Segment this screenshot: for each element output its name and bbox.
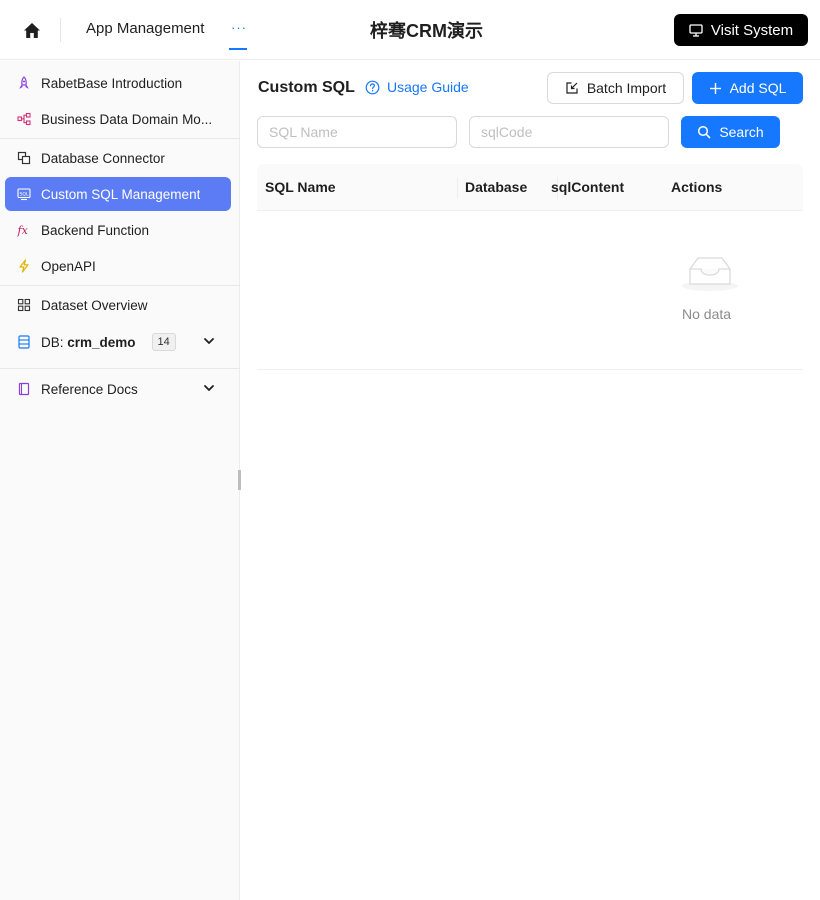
sidebar-item-custom-sql-management[interactable]: SQL Custom SQL Management [5, 177, 231, 211]
table-header: SQL Name Database sqlContent Actions [257, 164, 803, 211]
sidebar-item-label: Reference Docs [41, 381, 138, 397]
column-header-sql-content[interactable]: sqlContent [543, 164, 624, 211]
search-icon [698, 125, 711, 139]
svg-text:fx: fx [17, 224, 29, 237]
sidebar-item-label: Dataset Overview [41, 297, 148, 313]
grid-icon [17, 298, 31, 312]
data-model-icon [17, 112, 31, 126]
sidebar-item-label: Database Connector [41, 150, 165, 166]
table-count-badge: 14 [151, 333, 176, 351]
sidebar-divider [0, 285, 240, 286]
sidebar-item-label: OpenAPI [41, 258, 96, 274]
search-label: Search [719, 124, 764, 140]
sidebar-item-openapi[interactable]: OpenAPI [5, 249, 231, 283]
usage-guide-link[interactable]: Usage Guide [365, 79, 469, 95]
sql-icon: SQL [17, 187, 31, 201]
nav-app-management[interactable]: App Management [86, 20, 204, 37]
empty-state-text: No data [682, 306, 732, 322]
sidebar-item-db-crm-demo[interactable]: DB: crm_demo 14 [5, 325, 231, 359]
app-title: 梓骞CRM演示 [370, 21, 483, 41]
column-header-sql-name[interactable]: SQL Name [257, 164, 336, 211]
sql-table: SQL Name Database sqlContent Actions No … [257, 164, 803, 370]
db-name: crm_demo [67, 334, 136, 350]
sidebar-item-label: Backend Function [41, 222, 150, 238]
sidebar-divider [0, 368, 240, 369]
column-header-actions[interactable]: Actions [663, 164, 722, 211]
batch-import-label: Batch Import [586, 80, 667, 96]
lightning-icon [17, 259, 31, 273]
function-icon: fx [17, 223, 31, 237]
sidebar-item-label: Custom SQL Management [41, 186, 201, 202]
sidebar-item-rabetbase-introduction[interactable]: RabetBase Introduction [5, 66, 231, 100]
visit-system-label: Visit System [710, 21, 794, 39]
sidebar-item-label: Business Data Domain Mo... [41, 111, 213, 127]
monitor-icon [689, 23, 703, 37]
usage-guide-label: Usage Guide [387, 79, 469, 95]
column-header-database[interactable]: Database [457, 164, 527, 211]
visit-system-button[interactable]: Visit System [674, 14, 808, 46]
import-icon [566, 82, 578, 94]
sidebar-item-business-data-domain[interactable]: Business Data Domain Mo... [5, 102, 231, 136]
book-icon [17, 382, 31, 396]
main-content: Custom SQL Usage Guide Batch Import Add … [241, 61, 820, 900]
chevron-down-icon[interactable] [203, 335, 215, 347]
connector-icon [17, 151, 31, 165]
sql-code-input[interactable] [469, 116, 669, 148]
sidebar: RabetBase Introduction Business Data Dom… [0, 61, 240, 900]
help-circle-icon [365, 80, 380, 94]
table-empty-state: No data [257, 211, 803, 370]
sidebar-item-backend-function[interactable]: fx Backend Function [5, 213, 231, 247]
add-sql-label: Add SQL [729, 80, 787, 96]
active-tab-indicator [229, 48, 247, 50]
sidebar-divider [0, 138, 240, 139]
sidebar-item-label: DB: crm_demo [41, 335, 136, 350]
sidebar-item-reference-docs[interactable]: Reference Docs [5, 372, 231, 406]
sidebar-item-dataset-overview[interactable]: Dataset Overview [5, 288, 231, 322]
home-button[interactable] [18, 17, 46, 43]
empty-box-icon [682, 257, 738, 291]
nav-more-menu[interactable]: ··· [229, 14, 247, 50]
sidebar-item-database-connector[interactable]: Database Connector [5, 141, 231, 175]
home-icon [24, 22, 40, 38]
chevron-down-icon[interactable] [203, 382, 215, 394]
database-icon [17, 335, 31, 349]
svg-text:SQL: SQL [19, 191, 29, 197]
plus-icon [709, 82, 721, 94]
top-header: App Management ··· 梓骞CRM演示 Visit System [0, 0, 820, 60]
db-prefix: DB: [41, 334, 68, 350]
rocket-icon [17, 76, 31, 90]
header-divider [60, 18, 61, 42]
sql-name-input[interactable] [257, 116, 457, 148]
add-sql-button[interactable]: Add SQL [692, 72, 803, 104]
batch-import-button[interactable]: Batch Import [547, 72, 684, 104]
search-button[interactable]: Search [681, 116, 780, 148]
page-title: Custom SQL [258, 79, 355, 96]
more-icon: ··· [231, 20, 247, 35]
sidebar-item-label: RabetBase Introduction [41, 75, 183, 91]
